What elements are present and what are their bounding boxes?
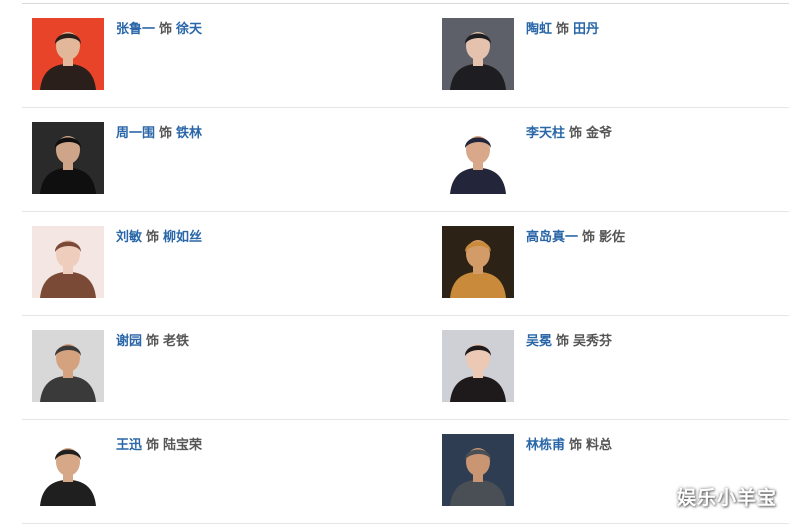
actor-name-link[interactable]: 谢园 <box>116 334 142 349</box>
cast-row: 谢园饰老铁 吴冕饰吴秀芬 <box>22 316 789 420</box>
portrait-image <box>32 122 104 194</box>
cast-item: 吴冕饰吴秀芬 <box>442 330 782 403</box>
actor-name-link[interactable]: 吴冕 <box>526 334 552 349</box>
portrait-image <box>32 434 104 506</box>
cast-item: 王迅饰陆宝荣 <box>32 434 422 507</box>
portrait-image <box>32 226 104 298</box>
actor-name-link[interactable]: 王迅 <box>116 438 142 453</box>
as-label: 饰 <box>159 126 173 141</box>
portrait-image <box>442 18 514 90</box>
portrait-image <box>442 226 514 298</box>
role-line: 谢园饰老铁 <box>116 334 189 350</box>
cast-item: 高岛真一饰影佐 <box>442 226 782 299</box>
role-name: 吴秀芬 <box>573 334 613 349</box>
cast-item: 周一围饰铁林 <box>32 122 422 195</box>
cast-item: 陶虹饰田丹 <box>442 18 782 91</box>
actor-photo[interactable] <box>442 226 514 298</box>
portrait-image <box>442 122 514 194</box>
portrait-image <box>442 330 514 402</box>
cast-item: 张鲁一饰徐天 <box>32 18 422 91</box>
portrait-image <box>442 434 514 506</box>
cast-row: 张鲁一饰徐天 陶虹饰田丹 <box>22 4 789 108</box>
cast-row: 王迅饰陆宝荣 林栋甫饰料总 <box>22 420 789 524</box>
role-line: 刘敏饰柳如丝 <box>116 230 202 246</box>
role-line: 王迅饰陆宝荣 <box>116 438 202 454</box>
role-line: 张鲁一饰徐天 <box>116 22 202 38</box>
cast-item: 刘敏饰柳如丝 <box>32 226 422 299</box>
role-name: 金爷 <box>586 126 613 141</box>
role-name-link[interactable]: 铁林 <box>176 126 202 141</box>
cast-item: 李天柱饰金爷 <box>442 122 782 195</box>
as-label: 饰 <box>582 230 596 245</box>
actor-name-link[interactable]: 周一围 <box>116 126 155 141</box>
role-line: 高岛真一饰影佐 <box>526 230 625 246</box>
actor-name-link[interactable]: 李天柱 <box>526 126 565 141</box>
cast-row: 周一围饰铁林 李天柱饰金爷 <box>22 108 789 212</box>
actor-photo[interactable] <box>32 434 104 506</box>
cast-item: 谢园饰老铁 <box>32 330 422 403</box>
as-label: 饰 <box>146 230 160 245</box>
actor-photo[interactable] <box>442 434 514 506</box>
role-line: 林栋甫饰料总 <box>526 438 612 454</box>
role-line: 李天柱饰金爷 <box>526 126 612 142</box>
actor-name-link[interactable]: 张鲁一 <box>116 22 155 37</box>
portrait-image <box>32 330 104 402</box>
actor-photo[interactable] <box>442 330 514 402</box>
actor-name-link[interactable]: 林栋甫 <box>526 438 565 453</box>
role-name-link[interactable]: 徐天 <box>176 22 202 37</box>
portrait-image <box>32 18 104 90</box>
cast-list: 张鲁一饰徐天 陶虹饰田丹 周一围饰铁林 李天柱饰金爷 刘敏 饰 柳如丝 高岛真一… <box>22 4 789 524</box>
role-name-link[interactable]: 田丹 <box>573 22 599 37</box>
role-name: 陆宝荣 <box>163 438 203 453</box>
actor-photo[interactable] <box>442 18 514 90</box>
as-label: 饰 <box>569 438 583 453</box>
actor-name-link[interactable]: 刘敏 <box>116 230 142 245</box>
role-line: 周一围饰铁林 <box>116 126 202 142</box>
actor-photo[interactable] <box>32 330 104 402</box>
as-label: 饰 <box>556 22 570 37</box>
role-name: 老铁 <box>163 334 190 349</box>
as-label: 饰 <box>569 126 583 141</box>
as-label: 饰 <box>146 334 160 349</box>
cast-row: 刘敏饰柳如丝 高岛真一饰影佐 <box>22 212 789 316</box>
role-line: 吴冕饰吴秀芬 <box>526 334 612 350</box>
actor-name-link[interactable]: 高岛真一 <box>526 230 578 245</box>
actor-photo[interactable] <box>32 122 104 194</box>
role-name: 料总 <box>586 438 613 453</box>
role-name: 影佐 <box>599 230 626 245</box>
as-label: 饰 <box>159 22 173 37</box>
actor-photo[interactable] <box>32 226 104 298</box>
actor-name-link[interactable]: 陶虹 <box>526 22 552 37</box>
as-label: 饰 <box>146 438 160 453</box>
role-line: 陶虹饰田丹 <box>526 22 599 38</box>
watermark: 娱乐小羊宝 <box>676 487 777 509</box>
actor-photo[interactable] <box>32 18 104 90</box>
actor-photo[interactable] <box>442 122 514 194</box>
role-name-link[interactable]: 柳如丝 <box>163 230 202 245</box>
as-label: 饰 <box>556 334 570 349</box>
